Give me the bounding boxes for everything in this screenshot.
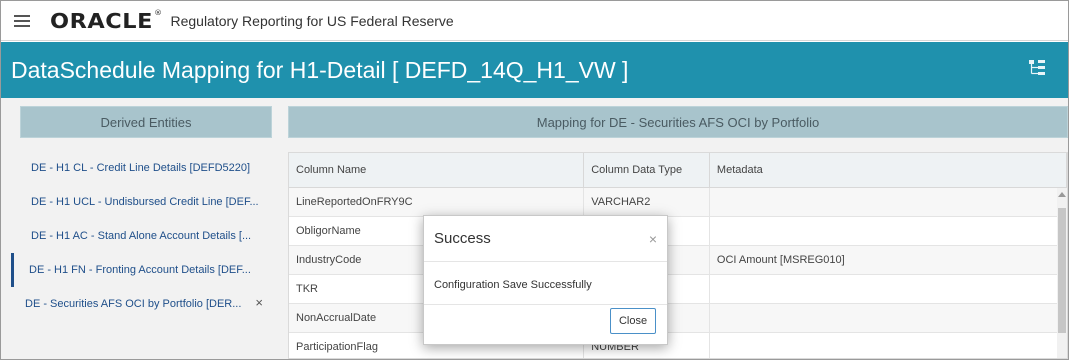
entity-item-fn[interactable]: DE - H1 FN - Fronting Account Details [D…	[11, 253, 273, 287]
mapping-header: Mapping for DE - Securities AFS OCI by P…	[288, 106, 1068, 138]
cell-metadata[interactable]	[710, 217, 1067, 245]
scroll-up-icon[interactable]	[1058, 192, 1066, 197]
cell-metadata[interactable]	[710, 333, 1067, 358]
dialog-close-icon[interactable]: ×	[649, 232, 657, 246]
entity-item-ac[interactable]: DE - H1 AC - Stand Alone Account Details…	[11, 219, 273, 253]
entity-item-label: DE - H1 UCL - Undisbursed Credit Line [D…	[31, 196, 259, 208]
entity-item-label: DE - H1 AC - Stand Alone Account Details…	[31, 230, 252, 242]
cell-metadata[interactable]	[710, 188, 1067, 216]
cell-metadata[interactable]	[710, 275, 1067, 303]
entity-item-cl[interactable]: DE - H1 CL - Credit Line Details [DEFD52…	[11, 151, 273, 185]
table-scrollbar[interactable]	[1057, 188, 1067, 358]
hamburger-menu-icon[interactable]	[14, 14, 30, 27]
close-button[interactable]: Close	[610, 308, 656, 334]
mapping-table: Column Name Column Data Type Metadata Li…	[288, 152, 1068, 359]
dialog-footer: Close	[424, 304, 667, 344]
hierarchy-icon[interactable]	[1028, 59, 1046, 77]
scroll-thumb[interactable]	[1058, 208, 1066, 333]
table-row[interactable]: LineReportedOnFRY9C VARCHAR2	[289, 188, 1067, 217]
title-bar: DataSchedule Mapping for H1-Detail [ DEF…	[1, 42, 1068, 98]
top-header: ORACLE® Regulatory Reporting for US Fede…	[1, 1, 1068, 41]
table-body: LineReportedOnFRY9C VARCHAR2 ObligorName…	[289, 188, 1067, 358]
cell-column-name: LineReportedOnFRY9C	[289, 188, 585, 216]
dialog-header: Success ×	[424, 216, 667, 262]
close-icon[interactable]: ×	[255, 296, 263, 309]
app-title: Regulatory Reporting for US Federal Rese…	[170, 12, 454, 29]
entity-item-securities-afs[interactable]: DE - Securities AFS OCI by Portfolio [DE…	[11, 287, 273, 321]
success-dialog: Success × Configuration Save Successfull…	[423, 215, 668, 345]
oracle-logo: ORACLE®	[50, 8, 163, 33]
cell-data-type: VARCHAR2	[584, 188, 710, 216]
table-header: Column Name Column Data Type Metadata	[289, 153, 1067, 188]
entity-item-label: DE - H1 FN - Fronting Account Details [D…	[29, 264, 251, 276]
entity-item-label: DE - Securities AFS OCI by Portfolio [DE…	[25, 298, 242, 310]
column-header-metadata[interactable]: Metadata	[710, 153, 1067, 187]
derived-entity-list: DE - H1 CL - Credit Line Details [DEFD52…	[11, 151, 273, 321]
cell-metadata[interactable]	[710, 304, 1067, 332]
page-title: DataSchedule Mapping for H1-Detail [ DEF…	[11, 56, 629, 83]
dialog-message: Configuration Save Successfully	[434, 279, 592, 291]
table-row[interactable]: ObligorName	[289, 217, 1067, 246]
cell-metadata[interactable]: OCI Amount [MSREG010]	[710, 246, 1067, 274]
table-row[interactable]: IndustryCode OCI Amount [MSREG010]	[289, 246, 1067, 275]
table-row[interactable]: TKR	[289, 275, 1067, 304]
table-row[interactable]: NonAccrualDate	[289, 304, 1067, 333]
entity-item-label: DE - H1 CL - Credit Line Details [DEFD52…	[31, 162, 251, 174]
entity-item-ucl[interactable]: DE - H1 UCL - Undisbursed Credit Line [D…	[11, 185, 273, 219]
dialog-title: Success	[434, 230, 491, 247]
derived-entities-header: Derived Entities	[20, 106, 272, 138]
column-header-datatype[interactable]: Column Data Type	[584, 153, 710, 187]
table-row[interactable]: ParticipationFlag NUMBER	[289, 333, 1067, 358]
column-header-name[interactable]: Column Name	[289, 153, 585, 187]
